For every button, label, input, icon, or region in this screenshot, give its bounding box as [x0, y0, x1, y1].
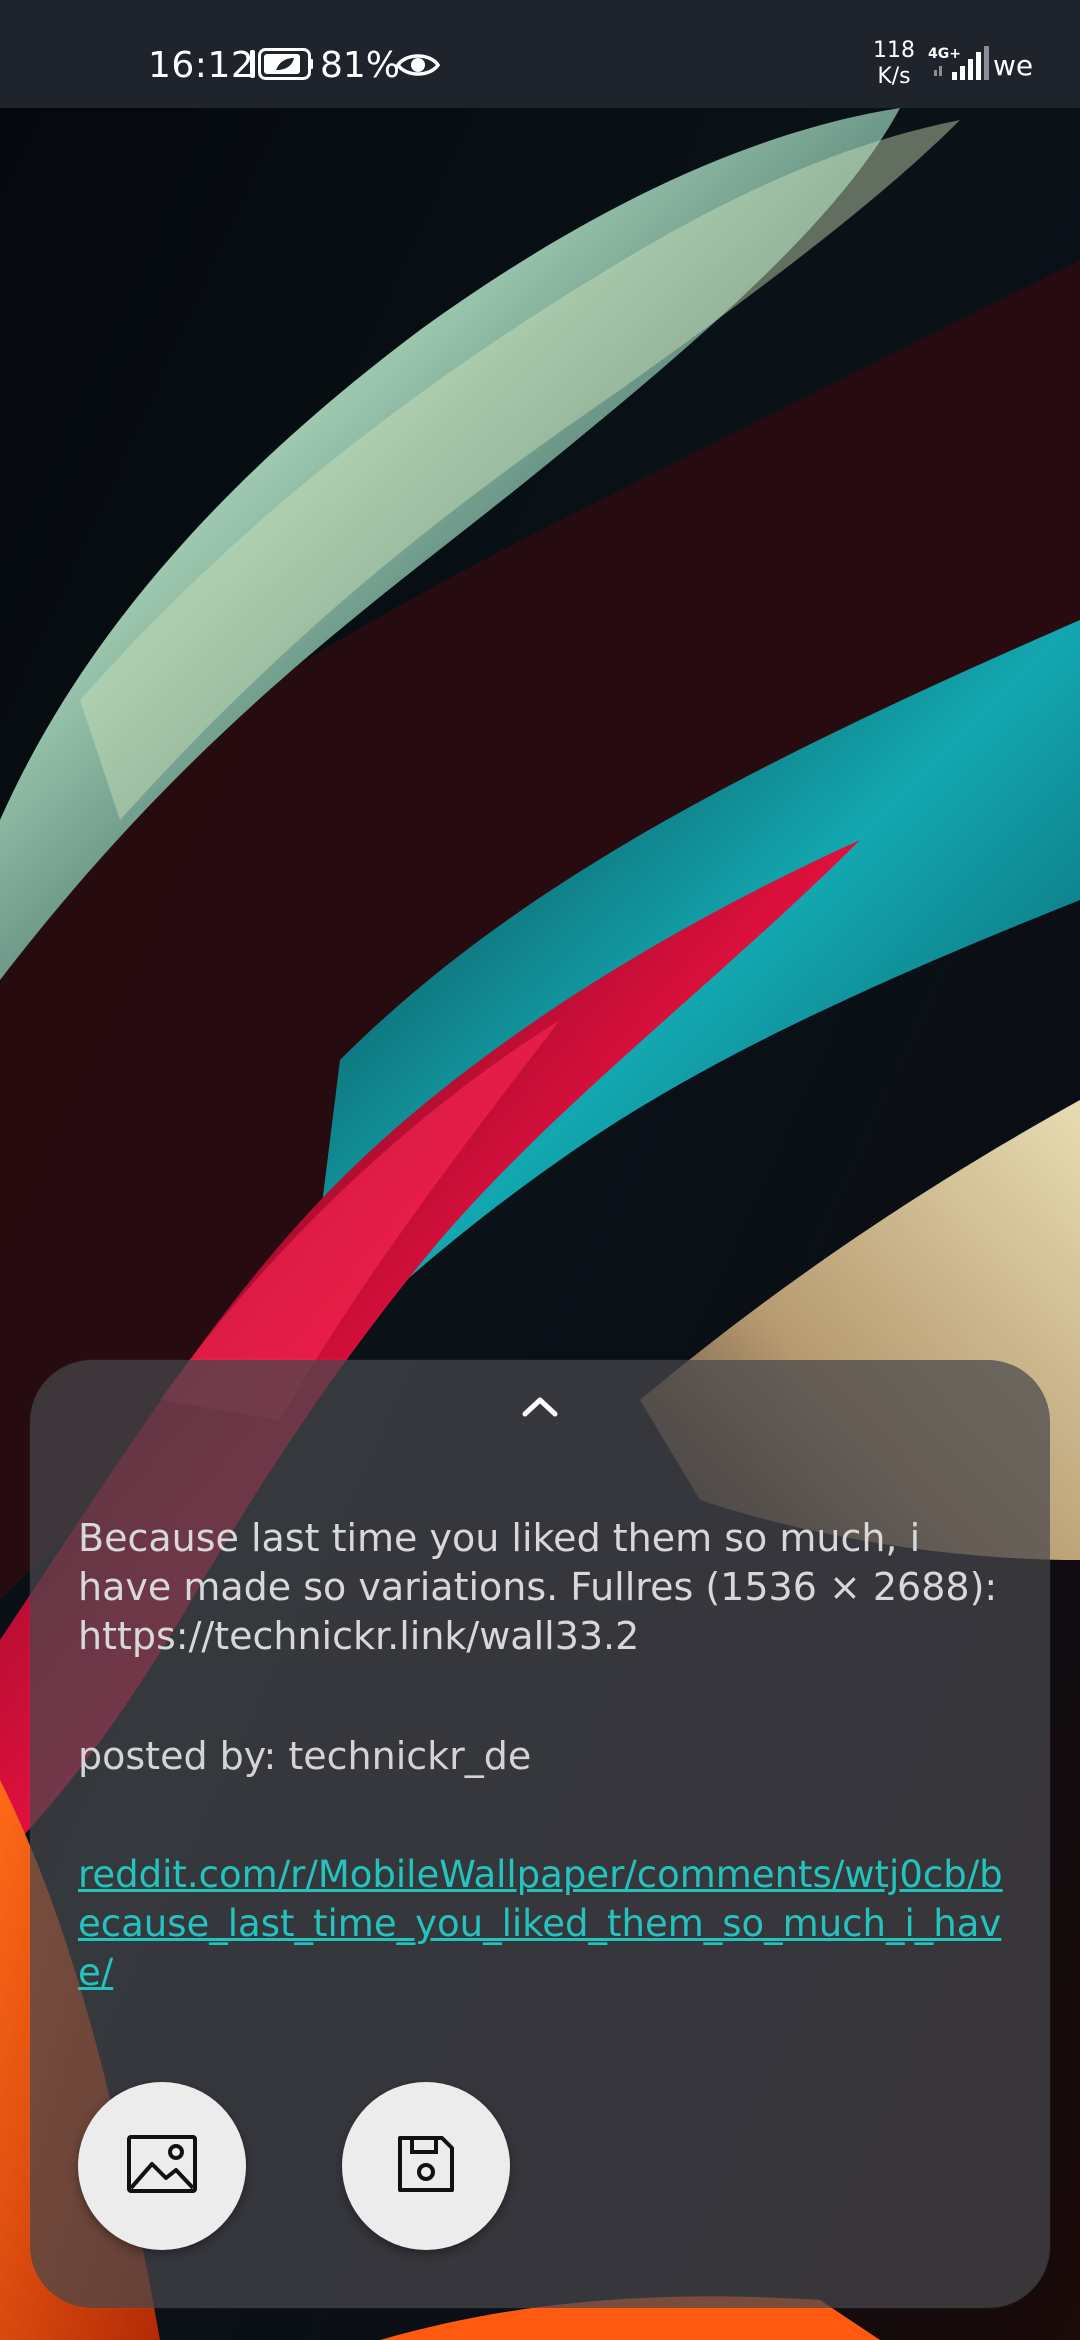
battery-icon [258, 48, 314, 84]
status-time: 16:12 [148, 45, 255, 86]
floppy-disk-icon [396, 2134, 456, 2198]
post-description: Because last time you liked them so much… [78, 1516, 998, 1658]
screen: 16:12 81% 118 K/s 4G+ we Because last ti… [0, 0, 1080, 2340]
network-type-label: 4G+ [928, 46, 961, 62]
save-button[interactable] [342, 2082, 510, 2250]
carrier-name: we [993, 49, 1034, 82]
sim-icon [250, 50, 255, 78]
set-wallpaper-button[interactable] [78, 2082, 246, 2250]
chevron-up-icon[interactable] [520, 1386, 560, 1426]
post-author: posted by: technickr_de [78, 1734, 532, 1778]
network-speed: 118 K/s [868, 38, 920, 90]
battery-percent: 81% [320, 45, 401, 86]
network-speed-unit: K/s [877, 64, 911, 89]
signal-icon: 4G+ [928, 44, 990, 88]
post-link[interactable]: reddit.com/r/MobileWallpaper/comments/wt… [78, 1850, 1018, 1997]
post-info-sheet: Because last time you liked them so much… [30, 1360, 1050, 2308]
image-icon [126, 2134, 198, 2198]
eye-icon [395, 50, 441, 84]
status-bar: 16:12 81% 118 K/s 4G+ we [0, 0, 1080, 108]
network-speed-value: 118 [873, 38, 915, 63]
